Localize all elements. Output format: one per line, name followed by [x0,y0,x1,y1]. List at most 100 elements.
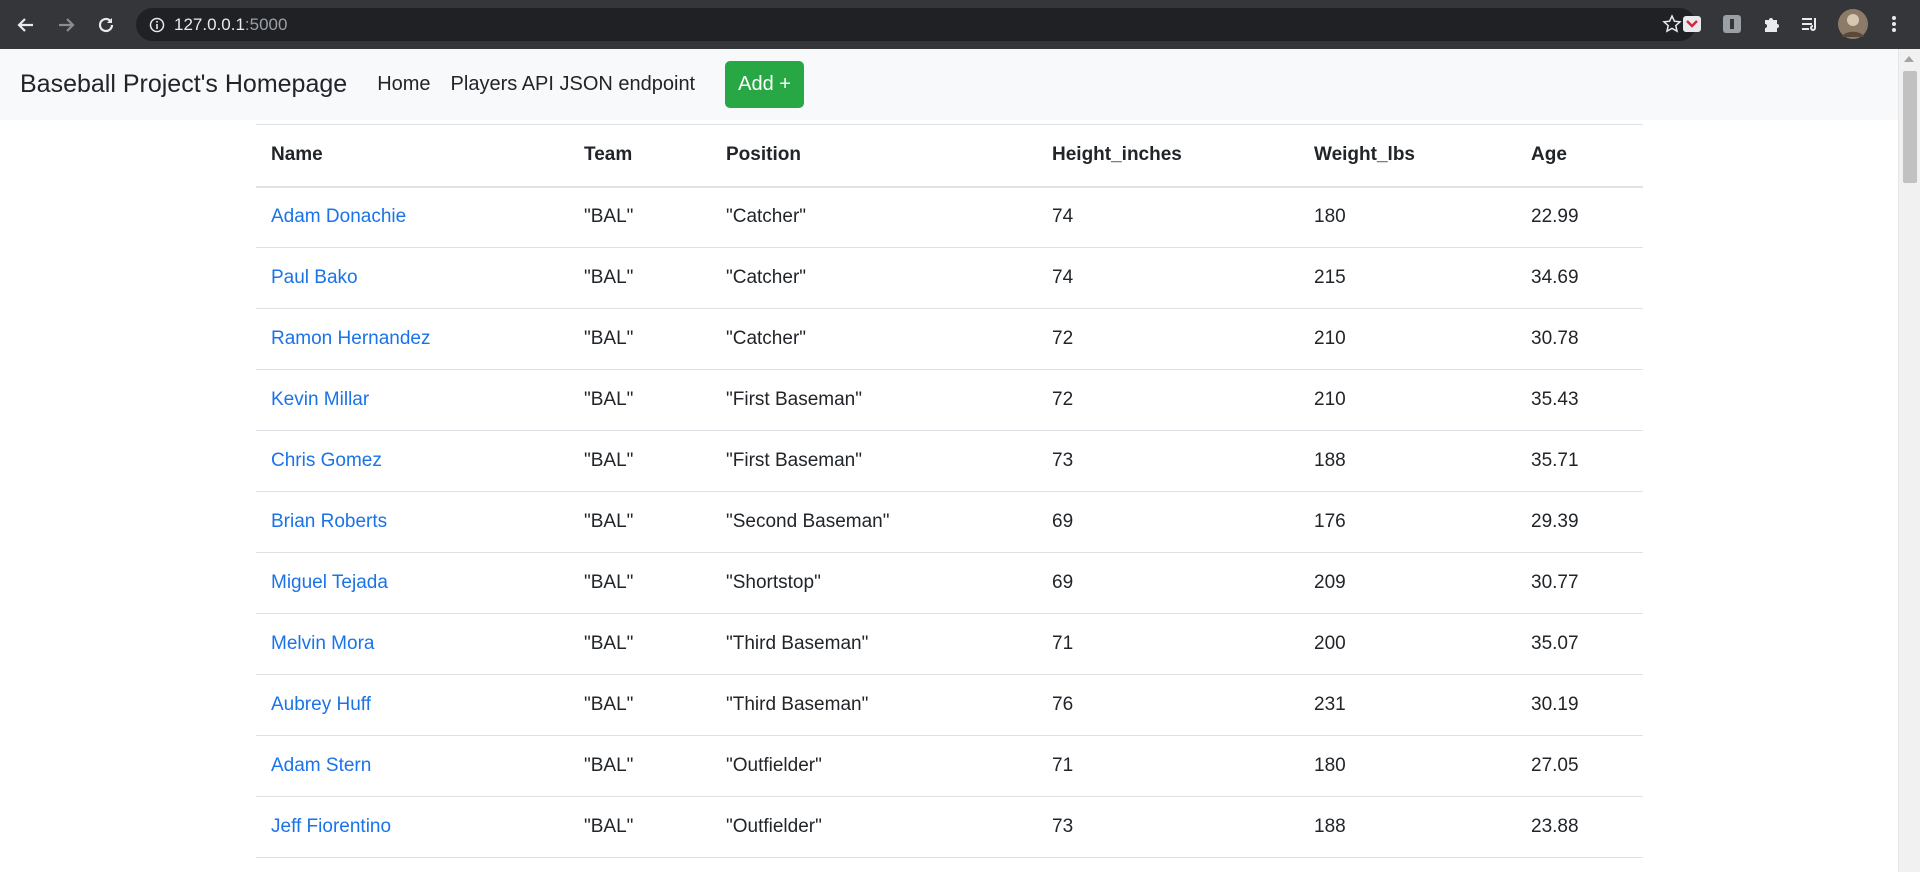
cell-team: "BAL" [569,247,711,309]
cell-position: "Second Baseman" [711,491,1037,553]
cell-name: Aubrey Huff [256,674,569,736]
cell-team: "BAL" [569,308,711,370]
cell-position: "Catcher" [711,186,1037,248]
cell-position: "Shortstop" [711,552,1037,614]
forward-icon[interactable] [46,0,86,49]
pocket-extension-icon[interactable] [1680,12,1704,36]
cell-height: 73 [1037,796,1299,858]
player-name-link[interactable]: Adam Donachie [271,206,406,227]
players-table: Name Team Position Height_inches Weight_… [256,124,1643,858]
cell-height: 69 [1037,491,1299,553]
player-name-link[interactable]: Adam Stern [271,755,371,776]
column-header-team: Team [569,124,711,188]
table-row: Aubrey Huff "BAL" "Third Baseman" 76 231 30.1… [256,674,1643,736]
cell-name: Kevin Millar [256,369,569,431]
scrollbar-thumb[interactable] [1903,71,1917,183]
column-header-weight: Weight_lbs [1299,124,1516,188]
profile-avatar[interactable] [1838,9,1868,39]
cell-team: "BAL" [569,491,711,553]
cell-weight: 210 [1299,308,1516,370]
cell-name: Ramon Hernandez [256,308,569,370]
column-header-age: Age [1516,124,1643,188]
cell-age: 30.78 [1516,308,1643,370]
media-control-icon[interactable] [1798,12,1822,36]
cell-weight: 200 [1299,613,1516,675]
site-navbar: Baseball Project's Homepage Home Players… [0,49,1898,120]
cell-age: 35.43 [1516,369,1643,431]
players-table-container: Name Team Position Height_inches Weight_… [256,124,1643,858]
player-name-link[interactable]: Aubrey Huff [271,694,371,715]
cell-position: "Third Baseman" [711,613,1037,675]
cell-height: 74 [1037,186,1299,248]
cell-team: "BAL" [569,735,711,797]
cell-team: "BAL" [569,552,711,614]
cell-weight: 188 [1299,796,1516,858]
table-row: Paul Bako "BAL" "Catcher" 74 215 34.69 [256,247,1643,309]
table-row: Melvin Mora "BAL" "Third Baseman" 71 200 35.0… [256,613,1643,675]
column-header-name: Name [256,124,569,188]
cell-position: "First Baseman" [711,430,1037,492]
cell-age: 30.19 [1516,674,1643,736]
cell-height: 71 [1037,735,1299,797]
cell-weight: 215 [1299,247,1516,309]
cell-weight: 210 [1299,369,1516,431]
cell-position: "Catcher" [711,247,1037,309]
cell-team: "BAL" [569,674,711,736]
player-name-link[interactable]: Kevin Millar [271,389,369,410]
cell-height: 72 [1037,369,1299,431]
player-name-link[interactable]: Melvin Mora [271,633,374,654]
column-header-position: Position [711,124,1037,188]
table-row: Jeff Fiorentino "BAL" "Outfielder" 73 188 23.… [256,796,1643,858]
puzzle-extensions-icon[interactable] [1760,12,1784,36]
navbar-brand[interactable]: Baseball Project's Homepage [20,70,347,99]
table-header-row: Name Team Position Height_inches Weight_… [256,124,1643,188]
nav-link-home[interactable]: Home [377,73,430,96]
cell-age: 27.05 [1516,735,1643,797]
browser-menu-icon[interactable] [1882,12,1906,36]
cell-team: "BAL" [569,430,711,492]
table-row: Adam Stern "BAL" "Outfielder" 71 180 27.05 [256,735,1643,797]
column-header-height: Height_inches [1037,124,1299,188]
cell-age: 23.88 [1516,796,1643,858]
table-row: Brian Roberts "BAL" "Second Baseman" 69 176 2… [256,491,1643,553]
add-player-button[interactable]: Add + [725,61,804,108]
cell-name: Jeff Fiorentino [256,796,569,858]
cell-height: 72 [1037,308,1299,370]
cell-team: "BAL" [569,186,711,248]
url-text: 127.0.0.1:5000 [174,15,287,35]
cell-position: "Outfielder" [711,735,1037,797]
player-name-link[interactable]: Ramon Hernandez [271,328,430,349]
table-row: Adam Donachie "BAL" "Catcher" 74 180 22.99 [256,186,1643,248]
cell-weight: 180 [1299,735,1516,797]
cell-weight: 188 [1299,430,1516,492]
cell-position: "Outfielder" [711,796,1037,858]
player-name-link[interactable]: Paul Bako [271,267,358,288]
player-name-link[interactable]: Jeff Fiorentino [271,816,391,837]
cell-name: Melvin Mora [256,613,569,675]
player-name-link[interactable]: Miguel Tejada [271,572,388,593]
cell-weight: 231 [1299,674,1516,736]
cell-team: "BAL" [569,369,711,431]
cell-age: 35.07 [1516,613,1643,675]
address-bar[interactable]: 127.0.0.1:5000 [136,8,1696,41]
cell-height: 69 [1037,552,1299,614]
back-icon[interactable] [6,0,46,49]
reload-icon[interactable] [86,0,126,49]
cell-height: 74 [1037,247,1299,309]
cell-weight: 209 [1299,552,1516,614]
player-name-link[interactable]: Brian Roberts [271,511,387,532]
player-name-link[interactable]: Chris Gomez [271,450,382,471]
table-row: Ramon Hernandez "BAL" "Catcher" 72 210 30.78 [256,308,1643,370]
site-info-icon[interactable] [140,17,174,33]
page-scrollbar[interactable] [1898,49,1920,872]
bookmark-star-icon[interactable] [1662,14,1682,40]
cell-age: 34.69 [1516,247,1643,309]
cell-age: 22.99 [1516,186,1643,248]
extension-icon[interactable] [1720,12,1744,36]
cell-name: Paul Bako [256,247,569,309]
nav-link-players-api[interactable]: Players API JSON endpoint [451,73,696,96]
table-row: Miguel Tejada "BAL" "Shortstop" 69 209 30.77 [256,552,1643,614]
url-port: :5000 [244,14,288,34]
cell-height: 73 [1037,430,1299,492]
scroll-up-arrow-icon[interactable] [1904,56,1914,62]
